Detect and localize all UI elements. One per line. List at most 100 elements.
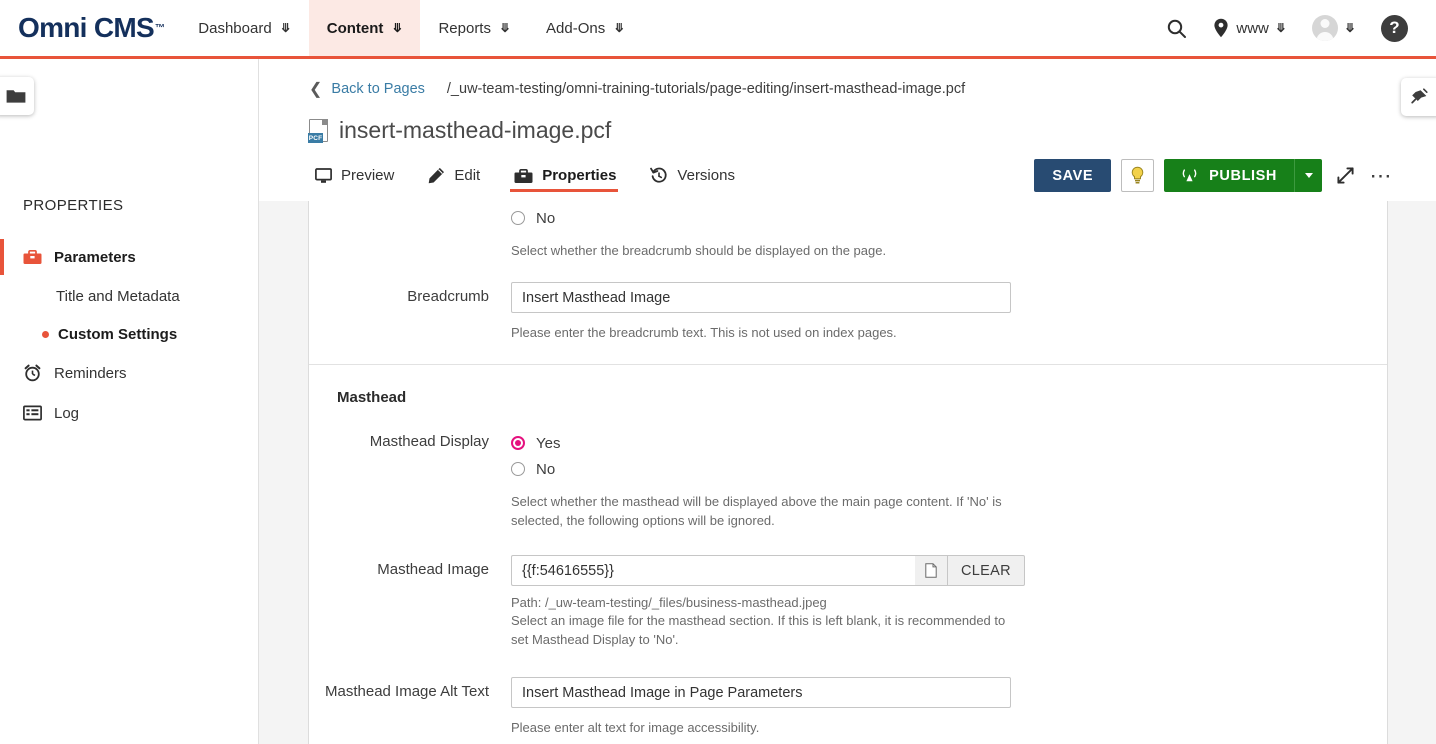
masthead-image-input-group: CLEAR [511, 555, 1357, 586]
file-navigation-toggle[interactable] [0, 77, 34, 115]
tab-label-edit: Edit [454, 167, 481, 184]
field-masthead-alt-text: Masthead Image Alt Text Please enter alt… [309, 649, 1387, 737]
top-navigation-bar: Omni CMS ™ Dashboard ⤋ Content ⤋ Reports … [0, 0, 1436, 59]
masthead-image-browse-button[interactable] [915, 555, 948, 586]
publish-button-group: PUBLISH [1164, 159, 1322, 192]
active-bullet-icon [42, 330, 49, 338]
logo-trademark: ™ [154, 22, 165, 34]
page-title: insert-masthead-image.pcf [339, 117, 612, 143]
file-icon [925, 563, 937, 578]
masthead-alt-text-input[interactable] [511, 677, 1011, 708]
masthead-section: Masthead Masthead Display Yes No Select … [309, 365, 1387, 744]
nav-item-content[interactable]: Content ⤋ [308, 0, 421, 56]
hint-breadcrumb-text: Please enter the breadcrumb text. This i… [511, 325, 897, 340]
sidebar-item-reminders[interactable]: Reminders [0, 353, 259, 393]
toolbox-icon [23, 249, 42, 264]
plug-icon [1411, 87, 1428, 104]
site-selector[interactable]: www ⤋ [1201, 0, 1298, 56]
sidebar-label-reminders: Reminders [54, 364, 127, 382]
breadcrumb: ❮ Back to Pages /_uw-team-testing/omni-t… [259, 59, 1436, 99]
hint-breadcrumb-display: Select whether the breadcrumb should be … [511, 243, 887, 258]
nav-item-addons[interactable]: Add-Ons ⤋ [528, 0, 642, 56]
tab-label-preview: Preview [341, 167, 395, 184]
custom-settings-form: Breadcrumb Display Yes No Select whether… [308, 201, 1388, 744]
breadcrumb-input[interactable] [511, 282, 1011, 313]
folder-icon [6, 90, 26, 103]
site-selector-label: www [1236, 19, 1269, 37]
save-button[interactable]: SAVE [1034, 159, 1112, 192]
nav-item-dashboard[interactable]: Dashboard ⤋ [180, 0, 308, 56]
tab-preview[interactable]: Preview [309, 167, 408, 192]
sidebar-label-custom-settings: Custom Settings [58, 325, 178, 343]
pcf-file-icon: PCF [308, 119, 328, 143]
global-search-button[interactable] [1154, 0, 1199, 56]
publish-button-label: PUBLISH [1209, 167, 1277, 184]
back-to-pages-link[interactable]: Back to Pages [331, 81, 425, 97]
field-breadcrumb-display: Breadcrumb Display Yes No Select whether… [309, 201, 1387, 260]
radio-indicator [511, 436, 525, 450]
nav-item-reports[interactable]: Reports ⤋ [420, 0, 528, 56]
radio-breadcrumb-display-no[interactable]: No [511, 205, 1357, 231]
page-action-buttons: SAVE PUBLISH ⋯ [1034, 159, 1394, 192]
radio-label-no: No [536, 460, 556, 478]
field-breadcrumb-text: Breadcrumb Please enter the breadcrumb t… [309, 260, 1387, 342]
breadcrumb-section: Breadcrumb Display Yes No Select whether… [309, 201, 1387, 365]
main-menu: Dashboard ⤋ Content ⤋ Reports ⤋ Add-Ons … [180, 0, 642, 56]
nav-label-reports: Reports [438, 19, 491, 37]
radio-label-no: No [536, 209, 556, 227]
back-chevron-icon: ❮ [309, 81, 323, 98]
chevron-down-icon: ⤋ [392, 21, 403, 35]
more-options-button[interactable]: ⋯ [1368, 161, 1394, 191]
breadcrumb-path: /_uw-team-testing/omni-training-tutorial… [446, 81, 966, 97]
main-content-area: ❮ Back to Pages /_uw-team-testing/omni-t… [259, 59, 1436, 744]
properties-sidebar: PROPERTIES Parameters Title and Metadata… [0, 59, 259, 744]
hint-masthead-image: Select an image file for the masthead se… [511, 613, 1006, 647]
tab-edit[interactable]: Edit [422, 167, 494, 192]
pencil-icon [429, 167, 445, 184]
app-logo[interactable]: Omni CMS ™ [0, 0, 180, 56]
list-icon [23, 405, 42, 421]
history-icon [650, 167, 667, 183]
chevron-down-icon: ⤋ [1275, 21, 1286, 35]
help-button[interactable]: ? [1369, 0, 1420, 56]
properties-form-canvas[interactable]: Breadcrumb Display Yes No Select whether… [259, 201, 1436, 744]
radio-masthead-display-yes[interactable]: Yes [511, 430, 1357, 456]
nav-label-addons: Add-Ons [546, 19, 606, 37]
alarm-clock-icon [24, 364, 41, 382]
label-masthead-image: Masthead Image [377, 561, 489, 578]
avatar [1311, 15, 1338, 41]
masthead-image-path: Path: /_uw-team-testing/_files/business-… [511, 595, 827, 610]
radio-masthead-display-no[interactable]: No [511, 456, 1357, 482]
field-masthead-image: Masthead Image CLEAR [309, 530, 1387, 649]
sidebar-item-log[interactable]: Log [0, 393, 259, 433]
lightbulb-icon [1131, 166, 1144, 184]
sidebar-label-parameters: Parameters [54, 248, 136, 266]
masthead-image-clear-button[interactable]: CLEAR [948, 555, 1025, 586]
label-masthead-alt-text: Masthead Image Alt Text [325, 683, 489, 700]
chevron-down-icon: ⤋ [280, 21, 291, 35]
hint-masthead-alt-text: Please enter alt text for image accessib… [511, 720, 760, 735]
tab-label-properties: Properties [542, 167, 617, 184]
toolbox-icon [514, 168, 533, 183]
publish-button[interactable]: PUBLISH [1164, 159, 1294, 192]
lightbulb-button[interactable] [1121, 159, 1155, 192]
tab-properties[interactable]: Properties [508, 167, 630, 192]
masthead-image-input[interactable] [511, 555, 915, 586]
sidebar-label-title-and-metadata: Title and Metadata [56, 287, 180, 305]
tab-versions[interactable]: Versions [644, 167, 749, 192]
page-title-row: PCF insert-masthead-image.pcf [259, 99, 1436, 144]
sidebar-item-custom-settings[interactable]: Custom Settings [0, 315, 259, 353]
nav-label-content: Content [326, 19, 384, 37]
expand-button[interactable] [1332, 161, 1358, 191]
sidebar-menu: Parameters Title and Metadata Custom Set… [0, 237, 259, 433]
field-masthead-display: Masthead Display Yes No Select whether t… [309, 412, 1387, 530]
help-icon: ? [1381, 14, 1408, 42]
user-menu[interactable]: ⤋ [1300, 0, 1367, 56]
gadgets-toggle[interactable] [1401, 78, 1436, 116]
sidebar-label-log: Log [54, 404, 80, 422]
sidebar-item-parameters[interactable]: Parameters [0, 237, 259, 277]
publish-dropdown-toggle[interactable] [1294, 159, 1322, 192]
radio-indicator [511, 211, 525, 225]
monitor-icon [315, 167, 332, 183]
sidebar-item-title-and-metadata[interactable]: Title and Metadata [0, 277, 259, 315]
